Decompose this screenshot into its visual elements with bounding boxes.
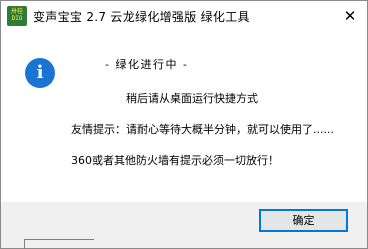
instruction-text: 稍后请从桌面运行快捷方式 [126,92,258,105]
dialog-window: 卅桂 DIO 变声宝宝 2.7 云龙绿化增强版 绿化工具 ✕ i - 绿化进行中… [0,0,368,249]
firewall-warning-text: 360或者其他防火墙有提示必须一切放行！ [71,154,279,167]
status-heading: - 绿化进行中 - [105,58,189,71]
app-logo-text-top: 卅桂 [10,8,23,15]
dialog-content: i - 绿化进行中 - 稍后请从桌面运行快捷方式 友情提示：请耐心等待大概半分钟… [1,31,367,202]
close-icon: ✕ [343,7,357,25]
background-window-edge [24,239,94,249]
app-logo-text-bottom: DIO [11,15,23,22]
title-bar[interactable]: 卅桂 DIO 变声宝宝 2.7 云龙绿化增强版 绿化工具 ✕ [1,1,367,31]
info-icon: i [25,58,55,88]
app-logo-icon: 卅桂 DIO [7,6,27,26]
tip-text: 友情提示：请耐心等待大概半分钟，就可以使用了...... [71,123,334,136]
ok-button[interactable]: 确定 [259,209,348,232]
close-button[interactable]: ✕ [337,3,363,29]
window-title: 变声宝宝 2.7 云龙绿化增强版 绿化工具 [33,10,250,24]
